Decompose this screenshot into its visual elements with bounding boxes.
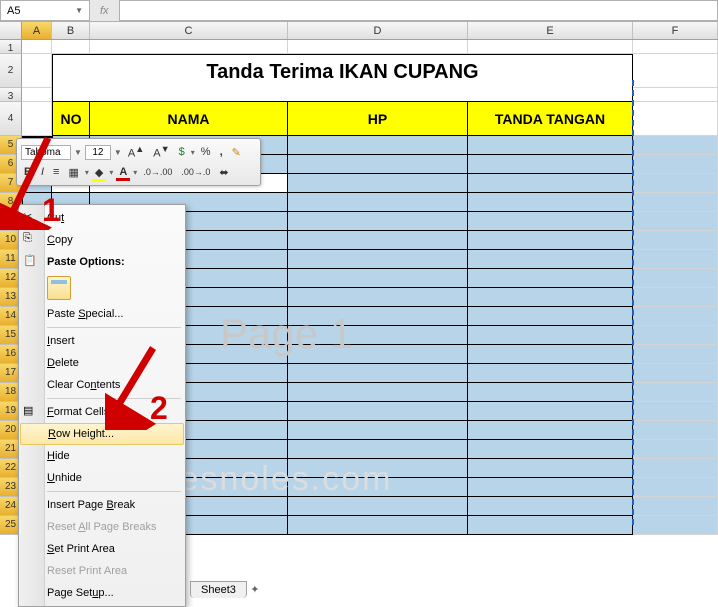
percent-format-icon[interactable]: % — [198, 145, 214, 159]
menu-unhide[interactable]: Unhide — [19, 467, 185, 489]
accounting-format-icon[interactable]: $ — [176, 145, 188, 159]
sheet-tab[interactable]: Sheet3 — [190, 581, 247, 598]
header-tanda[interactable]: TANDA TANGAN — [468, 102, 633, 136]
formula-bar-input[interactable] — [119, 0, 718, 21]
menu-insert-page-break[interactable]: Insert Page Break — [19, 494, 185, 516]
borders-icon[interactable]: ▦ — [65, 165, 81, 180]
font-size-combo[interactable]: 12 — [85, 145, 111, 160]
header-nama[interactable]: NAMA — [90, 102, 288, 136]
annotation-number-1: 1 — [42, 192, 60, 229]
menu-delete[interactable]: Delete — [19, 352, 185, 374]
title-cell[interactable]: Tanda Terima IKAN CUPANG — [52, 54, 633, 88]
col-header-A[interactable]: A — [22, 22, 52, 39]
fill-color-icon[interactable]: ◆ — [92, 165, 106, 180]
row-header[interactable]: 4 — [0, 102, 22, 136]
col-header-B[interactable]: B — [52, 22, 90, 39]
row-header[interactable]: 3 — [0, 88, 22, 102]
fx-icon[interactable]: fx — [96, 5, 113, 17]
col-header-D[interactable]: D — [288, 22, 468, 39]
menu-paste-options: 📋Paste Options: — [19, 251, 185, 273]
select-all-triangle[interactable] — [0, 22, 22, 39]
col-header-F[interactable]: F — [633, 22, 718, 39]
row-2: 2 Tanda Terima IKAN CUPANG — [0, 54, 718, 88]
row-header[interactable]: 1 — [0, 40, 22, 54]
name-box-value: A5 — [7, 5, 20, 17]
decrease-decimal-icon[interactable]: .00→.0 — [178, 166, 213, 178]
format-cells-icon: ▤ — [23, 404, 39, 420]
decrease-font-icon[interactable]: A▼ — [150, 143, 172, 161]
annotation-number-2: 2 — [150, 390, 168, 427]
page-break-line — [632, 80, 634, 525]
increase-font-icon[interactable]: A▲ — [125, 143, 147, 161]
bold-icon[interactable]: B — [21, 165, 35, 179]
new-sheet-icon[interactable]: ✦ — [246, 583, 264, 596]
menu-reset-page-breaks: Reset All Page Breaks — [19, 516, 185, 538]
formula-bar-buttons: fx — [90, 0, 119, 21]
menu-copy[interactable]: ⎘Copy — [19, 229, 185, 251]
mini-toolbar[interactable]: Tahoma▼ 12▼ A▲ A▼ $▾ % , ✎ B I ≡ ▦▾ ◆▾ A… — [16, 138, 261, 186]
menu-page-setup[interactable]: Page Setup... — [19, 582, 185, 604]
header-hp[interactable]: HP — [288, 102, 468, 136]
name-box[interactable]: A5 ▼ — [0, 0, 90, 21]
clipboard-icon: 📋 — [23, 254, 39, 270]
col-header-E[interactable]: E — [468, 22, 633, 39]
copy-icon: ⎘ — [23, 232, 39, 248]
row-1: 1 — [0, 40, 718, 54]
font-color-icon[interactable]: A — [116, 165, 130, 179]
row-3: 3 — [0, 88, 718, 102]
menu-set-print-area[interactable]: Set Print Area — [19, 538, 185, 560]
column-headers: A B C D E F — [0, 22, 718, 40]
formula-bar-area: A5 ▼ fx — [0, 0, 718, 22]
row-4: 4 NO NAMA HP TANDA TANGAN — [0, 102, 718, 136]
comma-format-icon[interactable]: , — [217, 145, 226, 159]
font-name-combo[interactable]: Tahoma — [21, 145, 71, 160]
merge-center-icon[interactable]: ⬌ — [216, 165, 231, 180]
increase-decimal-icon[interactable]: .0→.00 — [140, 166, 175, 178]
header-no[interactable]: NO — [52, 102, 90, 136]
col-header-C[interactable]: C — [90, 22, 288, 39]
cut-icon: ✂ — [23, 210, 39, 226]
menu-hide[interactable]: Hide — [19, 445, 185, 467]
sheet-tab-bar[interactable]: Sheet3 ✦ — [190, 581, 264, 598]
menu-reset-print-area: Reset Print Area — [19, 560, 185, 582]
italic-icon[interactable]: I — [38, 165, 47, 179]
format-painter-icon[interactable]: ✎ — [229, 145, 244, 160]
menu-insert[interactable]: Insert — [19, 330, 185, 352]
paste-icon — [47, 276, 71, 300]
menu-paste-special[interactable]: Paste Special... — [19, 303, 185, 325]
row-header[interactable]: 2 — [0, 54, 22, 88]
name-box-dropdown-icon[interactable]: ▼ — [75, 6, 83, 15]
center-align-icon[interactable]: ≡ — [50, 165, 62, 179]
